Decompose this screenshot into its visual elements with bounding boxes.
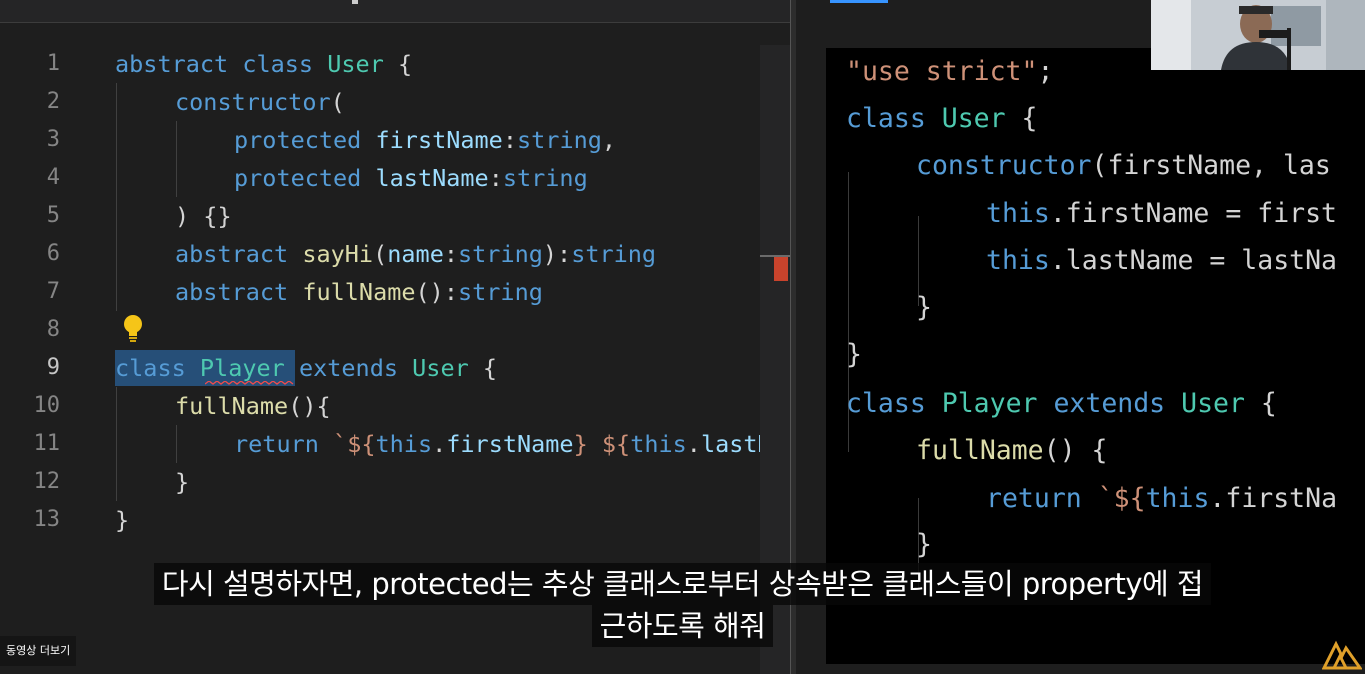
code-line: } — [175, 468, 190, 496]
js-line: fullName() { — [916, 435, 1108, 466]
webcam-feed — [1151, 0, 1365, 70]
js-line: class Player extends User { — [846, 388, 1277, 419]
subtitle-line-1: 다시 설명하자면, protected는 추상 클래스로부터 상속받은 클래스들… — [153, 563, 1212, 605]
line-number-active: 9 — [46, 355, 60, 380]
line-number: 12 — [33, 469, 61, 494]
code-line: protected firstName:string, — [234, 126, 617, 154]
js-line: constructor(firstName, las — [916, 150, 1331, 181]
line-number: 13 — [33, 507, 61, 532]
line-number: 4 — [46, 165, 60, 190]
js-line: "use strict"; — [846, 56, 1054, 87]
code-line: ) {} — [175, 202, 232, 230]
indent-guide — [116, 83, 117, 311]
js-line: } — [916, 292, 932, 323]
js-line: class User { — [846, 103, 1038, 134]
code-line: } — [115, 506, 130, 534]
line-number: 7 — [46, 279, 60, 304]
line-number: 11 — [33, 431, 61, 456]
subtitle-line-2: 근하도록 해줘 — [591, 605, 774, 647]
line-number: 1 — [46, 51, 60, 76]
indent-guide — [176, 121, 177, 197]
line-number: 3 — [46, 127, 60, 152]
line-number: 6 — [46, 241, 60, 266]
code-line: constructor( — [175, 88, 345, 116]
indent-guide — [176, 425, 177, 463]
js-line: return `${this.firstNa — [986, 483, 1338, 514]
channel-logo-icon[interactable] — [1322, 638, 1362, 670]
js-line: this.firstName = first — [986, 198, 1338, 229]
more-videos-button[interactable]: 동영상 더보기 — [0, 636, 77, 666]
code-line: abstract class User { — [115, 50, 413, 78]
js-line: this.lastName = lastNa — [986, 245, 1338, 276]
code-line: protected lastName:string — [234, 164, 588, 192]
code-line: fullName(){ — [175, 392, 331, 420]
js-line: } — [846, 339, 862, 370]
code-line-active: class Player extends User { — [115, 354, 498, 382]
code-line: abstract fullName():string — [175, 278, 543, 306]
line-number: 2 — [46, 89, 60, 114]
scrollbar-error-marker — [774, 257, 788, 281]
js-line: } — [916, 529, 932, 560]
video-subtitle: 다시 설명하자면, protected는 추상 클래스로부터 상속받은 클래스들… — [0, 563, 1365, 647]
line-number: 10 — [33, 393, 61, 418]
line-number: 8 — [46, 317, 60, 342]
code-line: return `${this.firstName} ${this.lastN — [234, 430, 772, 458]
editor-tab-bar — [0, 0, 790, 23]
active-tab-indicator — [830, 0, 888, 3]
line-number: 5 — [46, 203, 60, 228]
code-line: abstract sayHi(name:string):string — [175, 240, 657, 268]
lightbulb-icon[interactable] — [118, 312, 148, 346]
indent-guide — [116, 387, 117, 501]
